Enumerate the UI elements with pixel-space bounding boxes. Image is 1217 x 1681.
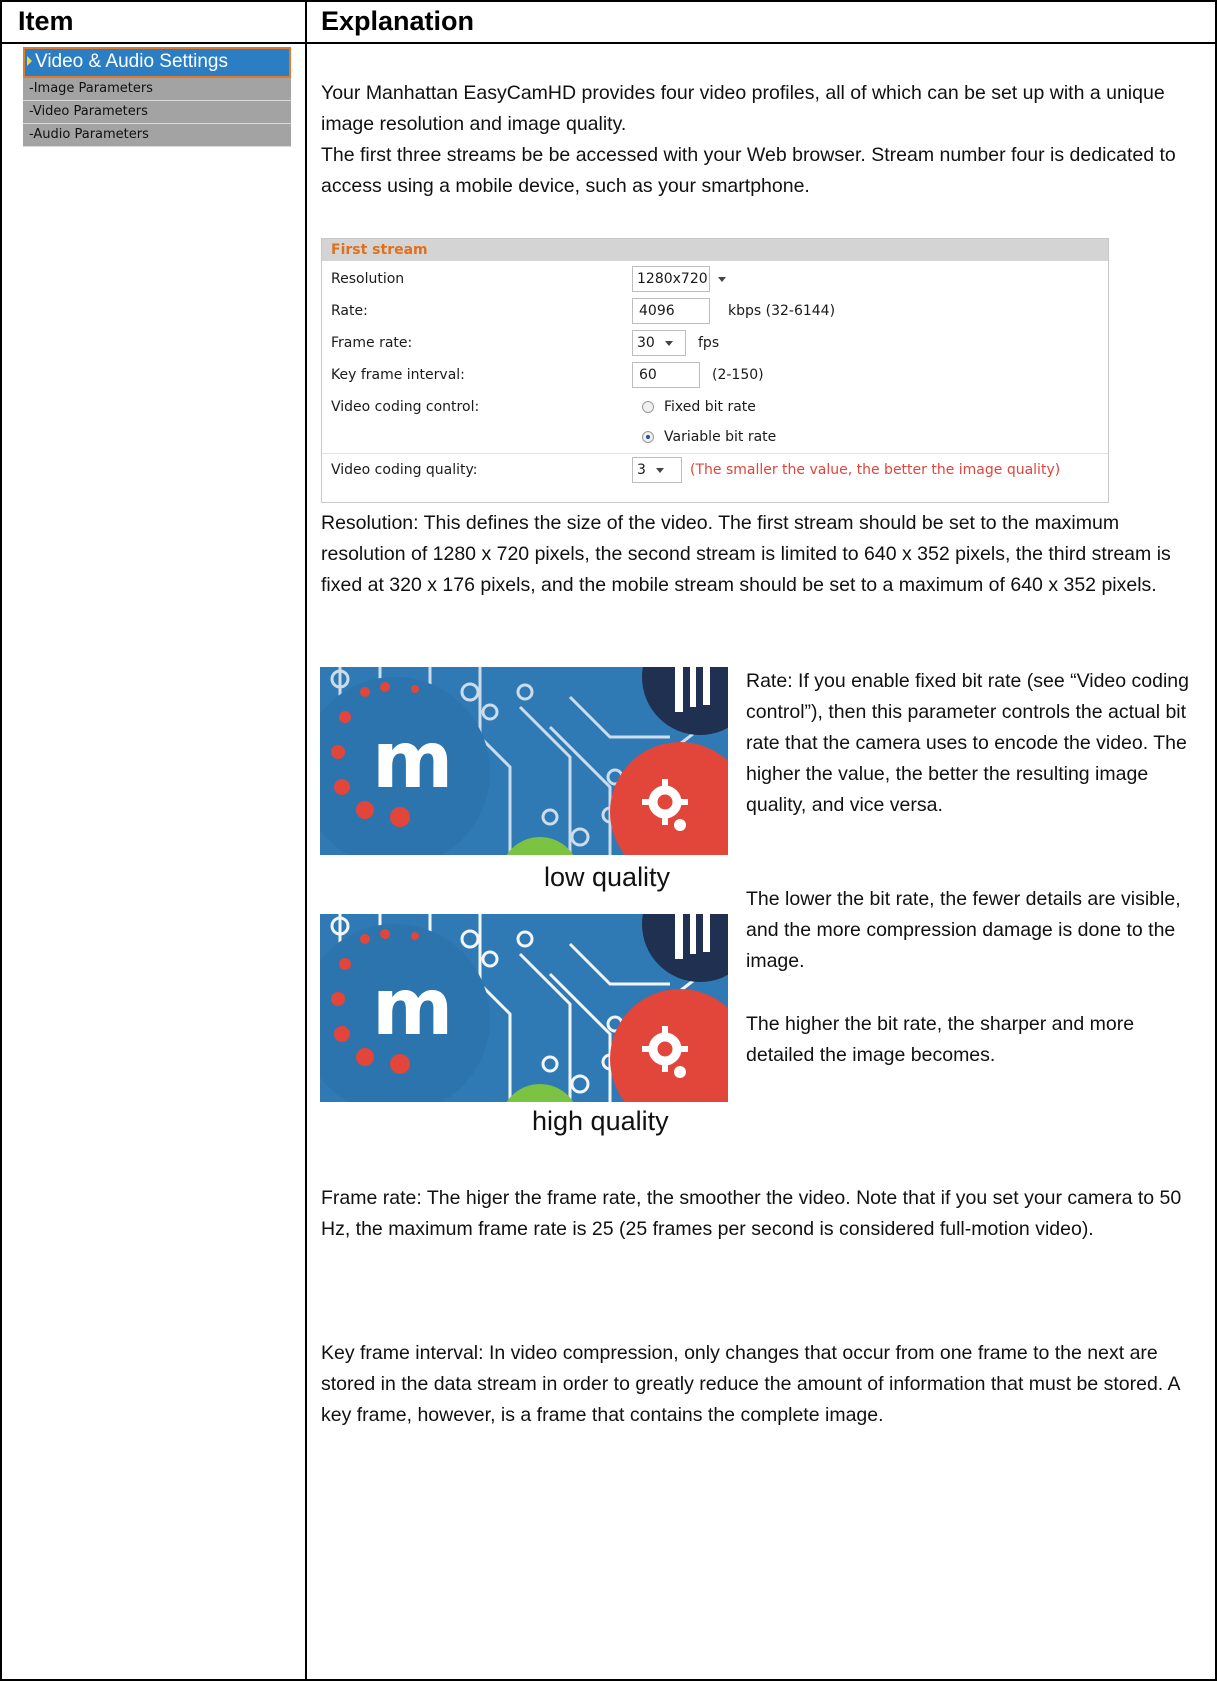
coding-quality-label: Video coding quality: (331, 462, 478, 478)
chevron-down-icon (655, 467, 664, 473)
first-stream-panel: First stream Resolution 1280x720 Rate: 4… (321, 238, 1109, 503)
coding-quality-row: Video coding quality: 3 (The smaller the… (322, 453, 1108, 486)
coding-quality-value: 3 (637, 462, 646, 478)
resolution-value: 1280x720 (637, 271, 708, 287)
table-left-border (0, 0, 2, 1681)
intro-paragraph-1: Your Manhattan EasyCamHD provides four v… (321, 82, 1165, 135)
resolution-paragraph: Resolution: This defines the size of the… (321, 512, 1171, 596)
header-item: Item (18, 6, 74, 36)
coding-quality-hint: (The smaller the value, the better the i… (690, 462, 1061, 478)
logo-letter: m (372, 963, 453, 1053)
table-top-border (0, 0, 1217, 2)
coding-quality-select[interactable]: 3 (632, 457, 682, 483)
rate-input[interactable]: 4096 (632, 298, 710, 324)
resolution-row: Resolution 1280x720 (322, 263, 1108, 295)
low-quality-image: m (320, 667, 728, 855)
rate-unit: kbps (32-6144) (728, 303, 836, 319)
rate-paragraph-3: The higher the bit rate, the sharper and… (746, 1013, 1135, 1066)
key-frame-range: (2-150) (712, 367, 764, 383)
rate-paragraph-1: Rate: If you enable fixed bit rate (see … (746, 670, 1189, 816)
frame-rate-select[interactable]: 30 (632, 330, 686, 356)
menu-main-label: Video & Audio Settings (35, 51, 228, 72)
coding-variable-row: Variable bit rate (322, 421, 1108, 453)
intro-paragraph-2: The first three streams be be accessed w… (321, 144, 1176, 197)
settings-menu: Video & Audio Settings -Image Parameters… (23, 47, 291, 147)
frame-rate-row: Frame rate: 30 fps (322, 327, 1108, 359)
resolution-label: Resolution (331, 271, 405, 287)
header-explanation: Explanation (321, 6, 475, 36)
chevron-down-icon (664, 340, 673, 346)
chevron-down-icon (717, 276, 726, 282)
header-divider (0, 42, 1217, 44)
key-frame-label: Key frame interval: (331, 367, 465, 383)
menu-arrow-icon (27, 56, 32, 66)
rate-row: Rate: 4096 kbps (32-6144) (322, 295, 1108, 327)
key-frame-paragraph: Key frame interval: In video compression… (321, 1342, 1180, 1426)
high-quality-caption: high quality (532, 1106, 669, 1136)
low-quality-caption: low quality (544, 862, 671, 892)
menu-item-image-parameters[interactable]: -Image Parameters (23, 78, 291, 101)
key-frame-input[interactable]: 60 (632, 362, 700, 388)
high-quality-image: m (320, 914, 728, 1102)
frame-rate-paragraph: Frame rate: The higer the frame rate, th… (321, 1187, 1182, 1240)
menu-item-video-audio-settings[interactable]: Video & Audio Settings (23, 47, 291, 78)
logo-letter: m (372, 716, 453, 806)
variable-bit-rate-radio[interactable] (642, 431, 654, 443)
coding-control-label: Video coding control: (331, 399, 480, 415)
frame-rate-value: 30 (637, 335, 655, 351)
variable-bit-rate-label: Variable bit rate (664, 429, 777, 445)
menu-item-audio-parameters[interactable]: -Audio Parameters (23, 124, 291, 147)
frame-rate-unit: fps (698, 335, 720, 351)
resolution-select[interactable]: 1280x720 (632, 266, 726, 292)
rate-paragraph-2: The lower the bit rate, the fewer detail… (746, 888, 1181, 972)
frame-rate-label: Frame rate: (331, 335, 413, 351)
coding-control-row: Video coding control: Fixed bit rate (322, 391, 1108, 423)
fixed-bit-rate-label: Fixed bit rate (664, 399, 756, 415)
key-frame-row: Key frame interval: 60 (2-150) (322, 359, 1108, 391)
rate-label: Rate: (331, 303, 368, 319)
fixed-bit-rate-radio[interactable] (642, 401, 654, 413)
column-divider (305, 0, 307, 1681)
panel-title: First stream (322, 239, 1108, 261)
menu-item-video-parameters[interactable]: -Video Parameters (23, 101, 291, 124)
